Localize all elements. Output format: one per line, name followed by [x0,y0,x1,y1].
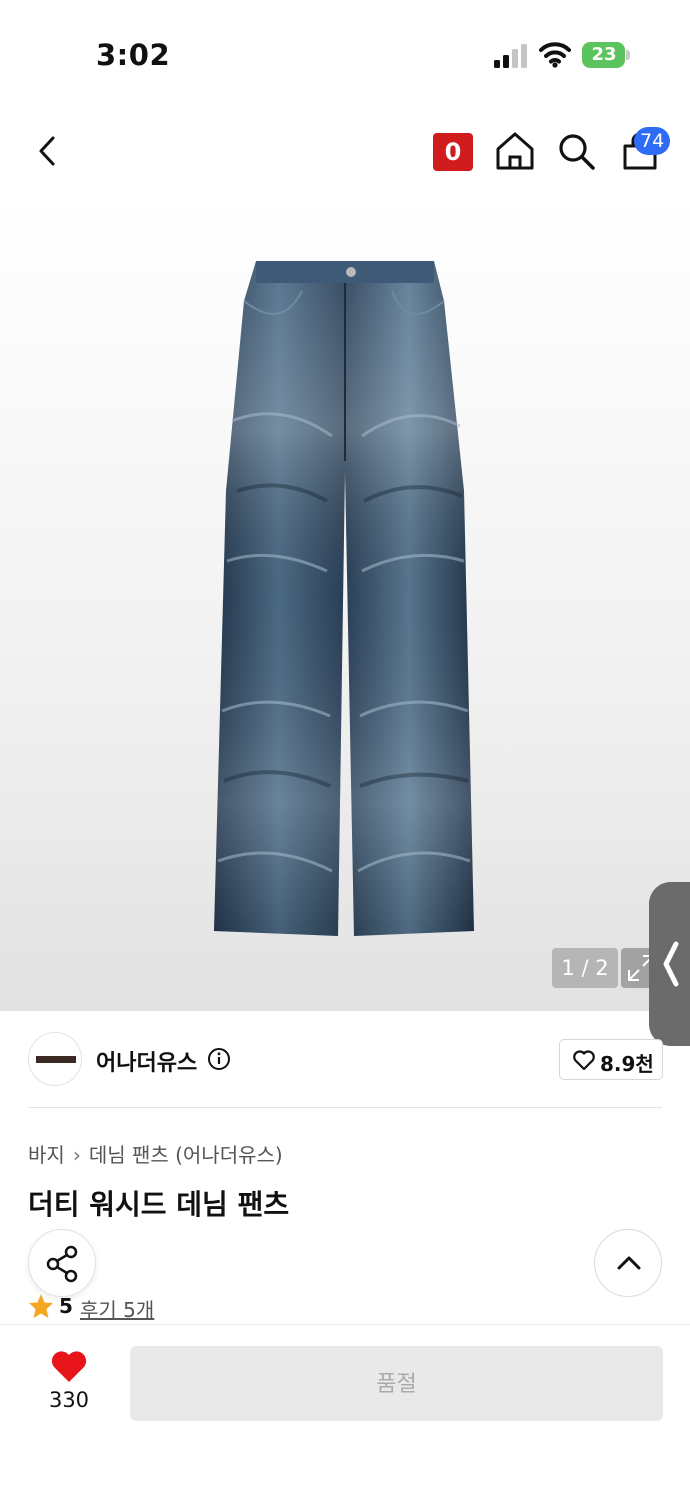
rating-value: 5 [59,1294,73,1318]
search-icon[interactable] [556,131,596,171]
brand-logo[interactable] [28,1032,82,1086]
cart-count-badge: 74 [634,127,671,155]
scroll-top-button[interactable] [594,1229,662,1297]
battery-indicator: 23 [582,42,630,68]
zero-badge-button[interactable]: 0 [433,133,473,171]
breadcrumb: 바지 › 데님 팬츠 (어나더유스) [28,1139,283,1168]
back-button[interactable] [28,128,68,174]
divider [28,1107,662,1108]
brand-like-button[interactable]: 8.9천 [559,1039,663,1080]
battery-percent: 23 [591,44,617,65]
chevron-up-icon [617,1256,641,1270]
side-panel-handle[interactable] [649,882,690,1046]
wifi-icon [539,42,571,68]
heart-icon[interactable] [50,1350,88,1384]
brand-like-count: 8.9천 [600,1052,654,1076]
status-time: 3:02 [96,38,171,72]
star-icon [29,1294,53,1318]
review-link[interactable]: 후기 5개 [80,1294,154,1323]
home-icon[interactable] [494,130,536,172]
breadcrumb-subcategory[interactable]: 데님 팬츠 (어나더유스) [89,1143,283,1167]
product-image[interactable] [0,195,690,1011]
brand-name[interactable]: 어나더유스 [96,1045,197,1077]
chevron-right-icon: › [72,1143,81,1167]
share-icon [46,1245,78,1283]
image-counter: 1 / 2 [552,948,618,988]
info-icon[interactable] [207,1047,231,1071]
sold-out-button[interactable]: 품절 [130,1346,663,1421]
wish-count: 330 [48,1388,90,1412]
product-title: 더티 워시드 데님 팬츠 [28,1188,290,1221]
jeans-product-photo [214,261,474,936]
cellular-signal-icon [494,44,527,68]
share-button[interactable] [28,1229,96,1297]
breadcrumb-category[interactable]: 바지 [28,1143,65,1167]
heart-outline-icon [573,1050,595,1071]
